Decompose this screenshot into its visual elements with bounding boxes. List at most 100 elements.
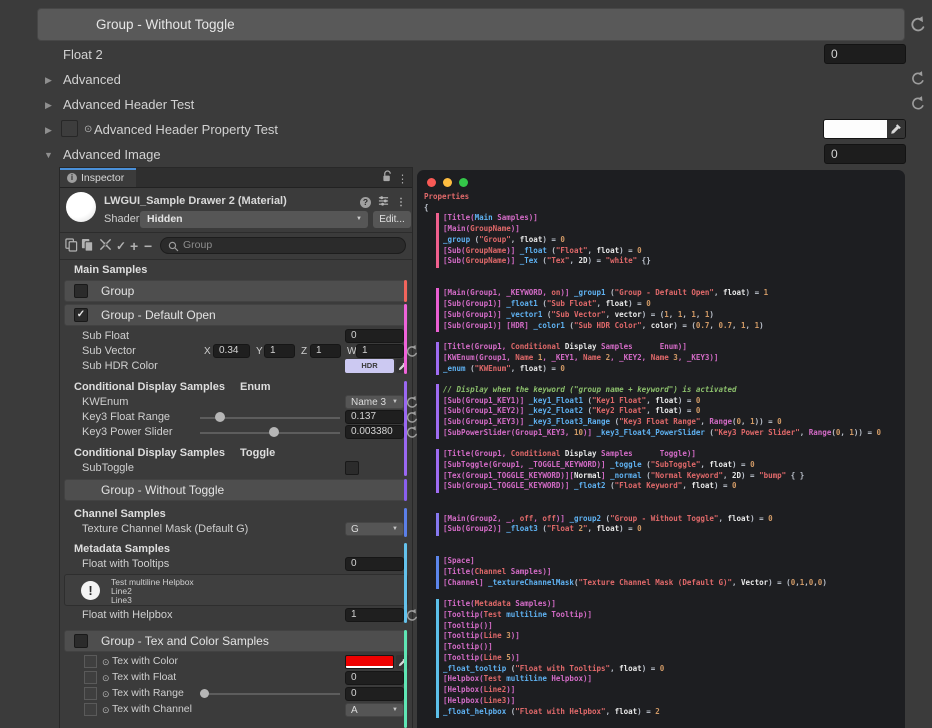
advanced-label[interactable]: Advanced [63,70,121,90]
row-group-tex-and-color-samples[interactable]: Group - Tex and Color Samples [64,630,408,652]
collapse-icon[interactable] [99,238,112,254]
code-token: float [723,288,746,297]
hdr-color-swatch[interactable]: HDR [345,359,394,373]
group-toggle-checkbox[interactable] [74,284,88,298]
slider-thumb[interactable] [215,412,225,422]
float2-value-field[interactable]: 0 [824,44,906,64]
revert-icon[interactable] [910,95,928,113]
texture-thumbnail-slot[interactable] [84,655,97,668]
slider-track[interactable] [200,693,340,695]
value-field[interactable]: 0.003380 [345,425,404,439]
kebab-menu-icon[interactable]: ⋮ [397,174,408,186]
advanced-header-property-checkbox[interactable] [61,120,78,137]
remove-icon[interactable]: − [144,238,152,254]
slider-thumb[interactable] [200,689,209,698]
copy-icon[interactable] [65,238,78,255]
code-group-bar [436,481,439,493]
help-icon[interactable]: ? [360,197,371,208]
axis-field-y[interactable]: 1 [264,344,295,358]
value-field[interactable]: 0 [345,329,404,343]
value-field[interactable]: 0.137 [345,410,404,424]
advanced-image-label[interactable]: Advanced Image [63,145,161,165]
value-field[interactable]: 0 [345,557,404,571]
advanced-header-test-foldout-icon[interactable]: ▶ [45,95,52,115]
texture-thumbnail-slot[interactable] [84,687,97,700]
code-token: 0 [696,406,701,415]
color-swatch-red[interactable] [345,655,394,669]
code-token: , [741,417,750,426]
texture-thumbnail-slot[interactable] [84,703,97,716]
value-field[interactable]: 0 [345,671,404,685]
search-input[interactable]: Group [160,237,406,254]
advanced-header-test-label[interactable]: Advanced Header Test [63,95,194,115]
eyedropper-button[interactable] [887,120,905,138]
close-dot-icon[interactable] [427,178,436,187]
advanced-image-value-field[interactable]: 0 [824,144,906,164]
checkmark-icon[interactable]: ✓ [116,239,126,253]
add-icon[interactable]: + [130,238,138,254]
group-toggle-checkbox[interactable] [74,634,88,648]
presets-icon[interactable] [378,195,389,209]
axis-field-w[interactable]: 1 [356,344,404,358]
axis-field-z[interactable]: 1 [310,344,341,358]
eyedropper-button[interactable] [396,359,409,373]
axis-field-x[interactable]: 0.34 [213,344,250,358]
dropdown[interactable]: G▼ [345,522,404,536]
code-token: "Group" [479,235,511,244]
row-group-without-toggle[interactable]: Group - Without Toggle [64,479,408,501]
lock-icon[interactable] [382,170,393,188]
dropdown[interactable]: Name 3▼ [345,395,404,409]
code-group-bar [436,427,439,439]
code-token: { } [786,471,804,480]
code-token: float [606,299,629,308]
eyedropper-button[interactable] [396,655,409,669]
object-picker-icon[interactable]: ⊙ [102,654,110,670]
object-picker-icon[interactable]: ⊙ [102,686,110,702]
code-token: )] [506,696,515,705]
code-token: "Sub HDR Color" [574,321,642,330]
edit-shader-button[interactable]: Edit... [373,211,411,228]
revert-icon[interactable] [910,70,928,88]
code-group-bar [436,256,439,268]
toggle-checkbox[interactable] [345,461,359,475]
group-toggle-checkbox[interactable]: ✓ [74,308,88,322]
revert-icon[interactable] [909,15,927,33]
advanced-foldout-icon[interactable]: ▶ [45,70,52,90]
code-token: 0 [732,481,737,490]
paste-icon[interactable] [81,238,94,255]
dropdown[interactable]: A▼ [345,703,404,717]
slider-thumb[interactable] [269,427,279,437]
texture-thumbnail-slot[interactable] [84,671,97,684]
code-token: off [542,514,556,523]
code-token: "Group - Without Toggle" [610,514,718,523]
object-picker-icon[interactable]: ⊙ [84,120,92,140]
value-field[interactable]: 1 [345,608,404,622]
code-token: , [646,396,655,405]
code-token: ( [606,288,615,297]
shader-dropdown[interactable]: Hidden ▼ [140,211,368,228]
row-group[interactable]: Group [64,280,408,302]
code-token: )) = [755,417,778,426]
kebab-menu-icon[interactable]: ⋮ [396,197,406,208]
value-field[interactable]: 0 [345,687,404,701]
advanced-header-property-foldout-icon[interactable]: ▶ [45,120,52,140]
minimize-dot-icon[interactable] [443,178,452,187]
maximize-dot-icon[interactable] [459,178,468,187]
material-preview-sphere[interactable] [66,192,96,222]
code-token: [Helpbox( [443,696,484,705]
code-line: [SubPowerSlider(Group1_KEY3, 10)] _key3_… [417,428,905,439]
code-token: Toggle)] [660,449,696,458]
helpbox: !Test multiline HelpboxLine2Line3 [64,574,408,606]
code-token: , [682,481,691,490]
object-picker-icon[interactable]: ⊙ [102,702,110,718]
color-field-white[interactable] [823,119,906,139]
object-picker-icon[interactable]: ⊙ [102,670,110,686]
code-line: [Sub(Group1_KEY2)] _key2_Float2 ("Key2 F… [417,406,905,417]
advanced-image-foldout-icon[interactable]: ▼ [44,145,53,165]
group-without-toggle-header[interactable]: Group - Without Toggle [37,8,905,41]
row-group-default-open[interactable]: ✓Group - Default Open [64,304,408,326]
tab-inspector[interactable]: iInspector [60,168,136,187]
color-swatch-white[interactable] [824,120,887,138]
code-line: [Tex(Group1_TOGGLE_KEYWORD)][Normal] _no… [417,471,905,482]
code-token: "Float Keyword" [615,481,683,490]
